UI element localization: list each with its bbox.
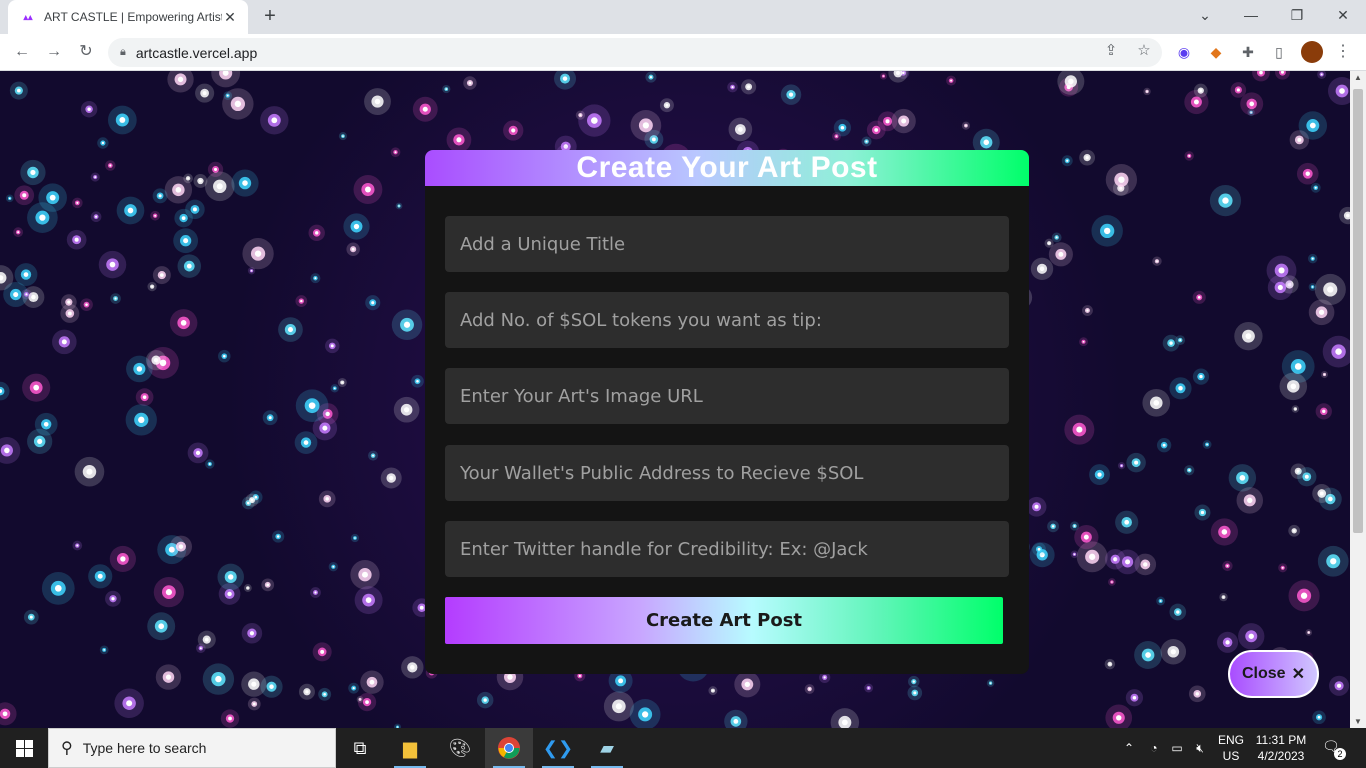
forward-icon[interactable]: → (42, 40, 66, 64)
share-icon[interactable]: ⇪ (1101, 41, 1121, 59)
browser-toolbar: ← → ↻ 🔒︎ artcastle.vercel.app ⇪ ☆ ◉ ◆ ✚ … (0, 34, 1366, 71)
scrollbar-thumb[interactable] (1353, 89, 1363, 533)
image-url-input[interactable] (445, 368, 1009, 424)
notification-center-icon[interactable]: 🗨︎ 2 (1322, 738, 1346, 760)
scroll-up-icon[interactable]: ▲ (1354, 73, 1362, 82)
profile-avatar[interactable] (1301, 41, 1323, 63)
vscode-icon[interactable]: ❮❯ (534, 728, 582, 768)
system-clock[interactable]: 11:31 PM 4/2/2023 (1250, 732, 1312, 764)
extension-circle-icon[interactable]: ◉ (1174, 42, 1194, 62)
metamask-fox-icon[interactable]: ◆ (1206, 42, 1226, 62)
tip-amount-input[interactable] (445, 292, 1009, 348)
volume-muted-icon[interactable]: 🔇︎ (1190, 728, 1210, 768)
page-scrollbar[interactable]: ▲ ▼ (1350, 71, 1366, 728)
scroll-down-icon[interactable]: ▼ (1354, 717, 1362, 726)
clock-time: 11:31 PM (1255, 733, 1307, 747)
search-icon: ⚲ (61, 740, 73, 757)
modal-header: Create Your Art Post (425, 150, 1029, 186)
close-x-icon: ✕ (1291, 666, 1305, 683)
close-button[interactable]: Close ✕ (1228, 650, 1319, 698)
show-hidden-icons[interactable]: ⌃ (1120, 728, 1138, 768)
file-explorer-icon[interactable]: ▆ (386, 728, 434, 768)
windows-taskbar: ⚲ Type here to search ⧉ ▆ 🎨︎ ❮❯ ▰ ⌃ ◔ ▭ … (0, 728, 1366, 768)
language-code: ENG (1217, 733, 1244, 747)
tab-close-icon[interactable]: ✕ (222, 9, 238, 26)
paint-app-icon[interactable]: 🎨︎ (436, 728, 484, 768)
wallet-address-input[interactable] (445, 445, 1009, 501)
url-text: artcastle.vercel.app (135, 44, 258, 61)
create-art-post-button[interactable]: Create Art Post (445, 597, 1003, 644)
tab-strip: ▴▴ ART CASTLE | Empowering Artists ✕ + ⌄… (0, 0, 1366, 34)
create-post-modal: Create Your Art Post Create Art Post (425, 150, 1029, 674)
reload-icon[interactable]: ↻ (74, 40, 98, 64)
taskbar-search[interactable]: ⚲ Type here to search (48, 728, 336, 768)
back-icon[interactable]: ← (10, 40, 34, 64)
clock-date: 4/2/2023 (1257, 749, 1305, 763)
language-indicator[interactable]: ENG US (1216, 732, 1246, 764)
minimize-button[interactable]: — (1228, 0, 1274, 30)
lock-icon: 🔒︎ (120, 46, 126, 58)
tab-title: ART CASTLE | Empowering Artists (44, 10, 222, 24)
region-code: US (1222, 749, 1240, 763)
notepad-app-icon[interactable]: ▰ (583, 728, 631, 768)
art-castle-favicon-icon: ▴▴ (23, 11, 33, 22)
task-view-icon[interactable]: ⧉ (336, 728, 384, 768)
twitter-handle-input[interactable] (445, 521, 1009, 577)
title-input[interactable] (445, 216, 1009, 272)
battery-icon[interactable]: ▭ (1166, 728, 1188, 768)
close-button-label: Close (1242, 665, 1286, 682)
address-bar[interactable]: 🔒︎ artcastle.vercel.app (108, 38, 1162, 67)
restore-button[interactable]: ❐ (1274, 0, 1320, 30)
page-background: Create Your Art Post Create Art Post (0, 71, 1350, 728)
chrome-icon[interactable] (485, 728, 533, 768)
network-icon[interactable]: ◔ (1144, 728, 1164, 768)
side-panel-icon[interactable]: ▯ (1269, 42, 1289, 62)
windows-start-icon[interactable] (0, 728, 48, 768)
menu-kebab-icon[interactable]: ⋮ (1333, 41, 1353, 61)
modal-title: Create Your Art Post (576, 151, 878, 184)
browser-tab[interactable]: ▴▴ ART CASTLE | Empowering Artists ✕ (8, 0, 248, 34)
taskbar-search-text: Type here to search (82, 740, 207, 756)
tab-search-icon[interactable]: ⌄ (1182, 0, 1228, 30)
new-tab-button[interactable]: + (258, 5, 282, 29)
extensions-puzzle-icon[interactable]: ✚ (1238, 42, 1258, 62)
window-close-button[interactable]: ✕ (1320, 0, 1366, 30)
notification-count: 2 (1334, 748, 1346, 760)
bookmark-star-icon[interactable]: ☆ (1134, 41, 1154, 59)
